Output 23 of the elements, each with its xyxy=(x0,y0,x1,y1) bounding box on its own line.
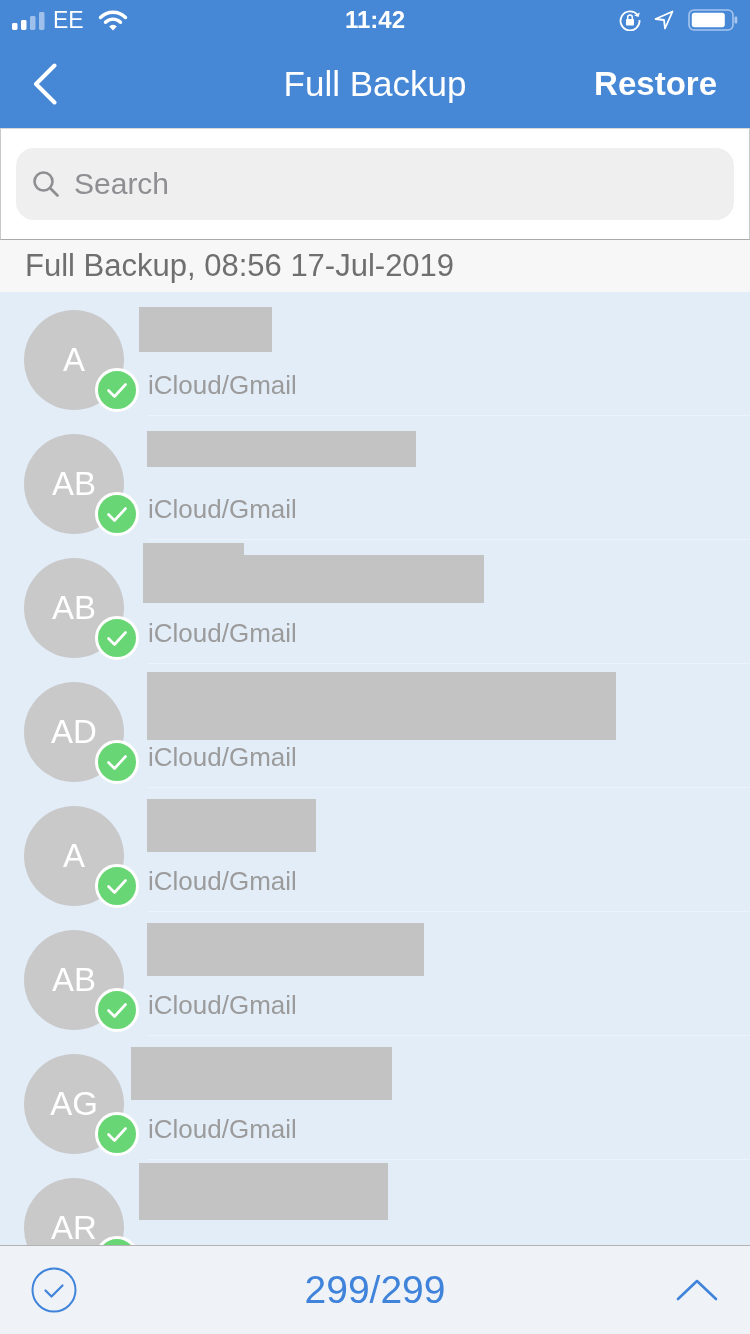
carrier-name: EE xyxy=(53,6,84,34)
status-time: 11:42 xyxy=(344,6,406,34)
signal-icon xyxy=(12,12,46,30)
selection-counter: 299/299 xyxy=(304,1267,446,1313)
check-circle-icon[interactable] xyxy=(31,1267,77,1313)
source-label: iCloud/Gmail xyxy=(148,494,297,524)
search-field[interactable]: Search xyxy=(16,148,734,220)
search-icon xyxy=(32,170,60,198)
back-chevron-icon[interactable] xyxy=(32,63,58,105)
location-arrow-icon xyxy=(654,10,674,30)
page-title: Full Backup xyxy=(283,63,467,105)
wifi-icon xyxy=(97,9,128,31)
section-header: Full Backup, 08:56 17-Jul-2019 xyxy=(0,240,750,292)
source-label: iCloud/Gmail xyxy=(148,742,297,772)
chevron-up-icon[interactable] xyxy=(676,1279,718,1301)
source-label: iCloud/Gmail xyxy=(148,370,297,400)
battery-icon xyxy=(688,9,738,31)
source-label: iCloud/Gmail xyxy=(148,1114,297,1144)
source-label: iCloud/Gmail xyxy=(148,990,297,1020)
restore-button[interactable]: Restore xyxy=(592,63,719,105)
source-label: iCloud/Gmail xyxy=(148,866,297,896)
source-label: iCloud/Gmail xyxy=(148,618,297,648)
rotation-lock-icon xyxy=(619,9,641,31)
